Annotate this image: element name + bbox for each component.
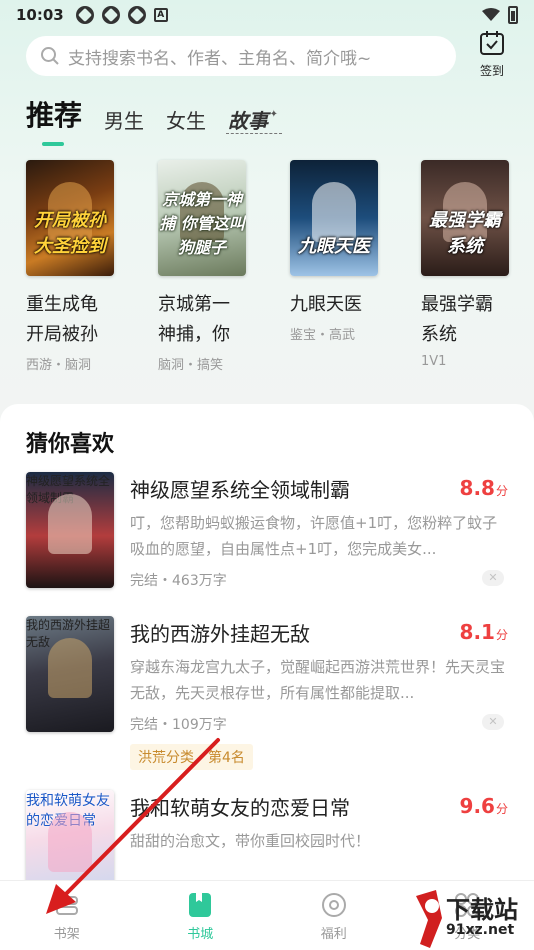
status-bar: 10:03 A bbox=[0, 0, 534, 30]
score-unit: 分 bbox=[495, 802, 508, 816]
battery-icon bbox=[508, 6, 518, 24]
score-value: 9.6 bbox=[459, 794, 495, 818]
book-description: 甜甜的治愈文，带你重回校园时代！ bbox=[130, 832, 371, 850]
bookstore-icon bbox=[189, 893, 212, 917]
search-icon bbox=[41, 47, 59, 65]
book-description: 叮，您帮助蚂蚁搬运食物，许愿值+1叮，您粉粹了蚊子吸血的愿望，自由属性点+1叮，… bbox=[130, 514, 498, 558]
wifi-icon bbox=[482, 8, 500, 21]
book-cover: 九眼天医 bbox=[290, 160, 378, 276]
book-title: 重生成龟 开局被孙 bbox=[26, 290, 126, 350]
recommend-book-card[interactable]: 京城第一神捕 你管这叫狗腿子 京城第一 神捕，你 脑洞・搞笑 bbox=[158, 160, 258, 373]
recommend-book-card[interactable]: 最强学霸系统 最强学霸 系统 1V1 bbox=[421, 160, 521, 369]
book-tags: 1V1 bbox=[421, 354, 447, 369]
nav-label: 福利 bbox=[320, 927, 347, 942]
book-cover: 开局被孙大圣捡到 bbox=[26, 160, 114, 276]
cover-figure bbox=[48, 494, 92, 554]
book-title-line: 最强学霸 bbox=[421, 294, 493, 315]
book-tags: 西游・脑洞 bbox=[26, 358, 92, 373]
cover-title: 京城第一神捕 你管这叫狗腿子 bbox=[159, 190, 245, 257]
watermark-text: 下载站 bbox=[446, 896, 518, 924]
nav-label: 书架 bbox=[53, 927, 80, 942]
book-score: 9.6分 bbox=[460, 794, 508, 818]
search-input[interactable]: 支持搜索书名、作者、主角名、简介哦~ bbox=[26, 36, 456, 76]
list-item[interactable]: 我的西游外挂超无敌 我的西游外挂超无敌 8.1分 穿越东海龙宫九太子，觉醒崛起西… bbox=[26, 616, 510, 772]
book-cover: 最强学霸系统 bbox=[421, 160, 509, 276]
dismiss-close-icon[interactable]: ✕ bbox=[482, 570, 504, 586]
tab-story-underline-decoration bbox=[226, 128, 283, 134]
welfare-icon bbox=[321, 893, 346, 917]
bookshelf-icon bbox=[55, 896, 78, 915]
list-item[interactable]: 神级愿望系统全领域制霸 神级愿望系统全领域制霸 8.8分 叮，您帮助蚂蚁搬运食物… bbox=[26, 472, 510, 592]
guess-you-like-section: 猜你喜欢 神级愿望系统全领域制霸 神级愿望系统全领域制霸 8.8分 叮，您帮助蚂… bbox=[0, 404, 534, 906]
book-title-line: 神捕，你 bbox=[158, 324, 230, 345]
score-value: 8.1 bbox=[459, 620, 495, 644]
score-unit: 分 bbox=[495, 628, 508, 642]
book-tags: 脑洞・搞笑 bbox=[158, 358, 224, 373]
cover-title: 开局被孙大圣捡到 bbox=[34, 210, 106, 257]
book-description: 穿越东海龙宫九太子，觉醒崛起西游洪荒世界！先天灵宝无敌，先天灵根存世，所有属性都… bbox=[130, 658, 506, 702]
nav-label: 书城 bbox=[187, 927, 214, 942]
cover-title: 最强学霸系统 bbox=[429, 210, 501, 257]
book-title: 京城第一 神捕，你 bbox=[158, 290, 258, 350]
watermark-url: 91xz.net bbox=[446, 922, 515, 938]
section-title: 猜你喜欢 bbox=[26, 432, 115, 457]
book-title-line: 京城第一 bbox=[158, 294, 230, 315]
checkin-label: 签到 bbox=[479, 64, 504, 78]
tab-recommend[interactable]: 推荐 bbox=[26, 94, 82, 146]
status-time: 10:03 bbox=[16, 6, 64, 24]
book-title: 我和软萌女友的恋爱日常 bbox=[130, 796, 350, 820]
recommend-row: 开局被孙大圣捡到 重生成龟 开局被孙 西游・脑洞 京城第一神捕 你管这叫狗腿子 … bbox=[0, 150, 534, 390]
book-title-line: 开局被孙 bbox=[26, 324, 98, 345]
cover-figure bbox=[48, 812, 92, 872]
book-tags: 鉴宝・高武 bbox=[290, 328, 356, 343]
search-placeholder: 支持搜索书名、作者、主角名、简介哦~ bbox=[68, 48, 372, 69]
list-item[interactable]: 我和软萌女友的恋爱日常 我和软萌女友的恋爱日常 9.6分 甜甜的治愈文，带你重回… bbox=[26, 790, 510, 906]
book-title-line: 九眼天医 bbox=[290, 294, 362, 315]
book-cover: 我的西游外挂超无敌 bbox=[26, 616, 114, 732]
notification-app-icon bbox=[75, 6, 94, 24]
checkin-button[interactable]: 签到 bbox=[470, 30, 514, 79]
nav-bookshelf[interactable]: 书架 bbox=[0, 881, 134, 950]
book-title: 神级愿望系统全领域制霸 bbox=[130, 478, 350, 502]
notification-app-icon bbox=[127, 6, 146, 24]
book-cover: 京城第一神捕 你管这叫狗腿子 bbox=[158, 160, 246, 276]
score-value: 8.8 bbox=[459, 476, 495, 500]
a-notification-icon: A bbox=[153, 8, 168, 22]
book-cover: 神级愿望系统全领域制霸 bbox=[26, 472, 114, 588]
nav-welfare[interactable]: 福利 bbox=[267, 881, 401, 950]
book-meta: 完结・463万字 bbox=[130, 573, 227, 589]
cover-figure bbox=[48, 638, 92, 698]
notification-app-icon bbox=[101, 6, 120, 24]
calendar-check-icon bbox=[480, 31, 504, 55]
book-title: 最强学霸 系统 bbox=[421, 290, 521, 350]
book-score: 8.8分 bbox=[460, 476, 508, 500]
tab-female[interactable]: 女生 bbox=[166, 105, 206, 134]
sparkle-icon: ✦ bbox=[269, 109, 279, 120]
book-title-line: 重生成龟 bbox=[26, 294, 98, 315]
recommend-book-card[interactable]: 九眼天医 九眼天医 鉴宝・高武 bbox=[290, 160, 390, 343]
category-tabs: 推荐 男生 女生 故事 ✦ bbox=[26, 94, 283, 146]
score-unit: 分 bbox=[495, 484, 508, 498]
recommend-book-card[interactable]: 开局被孙大圣捡到 重生成龟 开局被孙 西游・脑洞 bbox=[26, 160, 126, 373]
book-meta: 完结・109万字 bbox=[130, 717, 227, 733]
status-right bbox=[482, 6, 518, 24]
book-title-line: 系统 bbox=[421, 324, 457, 345]
dismiss-close-icon[interactable]: ✕ bbox=[482, 714, 504, 730]
book-title: 九眼天医 bbox=[290, 290, 390, 320]
cover-title: 九眼天医 bbox=[298, 236, 370, 257]
tab-male[interactable]: 男生 bbox=[104, 105, 144, 134]
nav-bookstore[interactable]: 书城 bbox=[134, 881, 268, 950]
tab-story[interactable]: 故事 ✦ bbox=[226, 105, 283, 134]
book-score: 8.1分 bbox=[460, 620, 508, 644]
book-title: 我的西游外挂超无敌 bbox=[130, 622, 310, 646]
rank-badge[interactable]: 洪荒分类・第4名 bbox=[130, 744, 253, 770]
search-row: 支持搜索书名、作者、主角名、简介哦~ 签到 bbox=[0, 30, 534, 82]
